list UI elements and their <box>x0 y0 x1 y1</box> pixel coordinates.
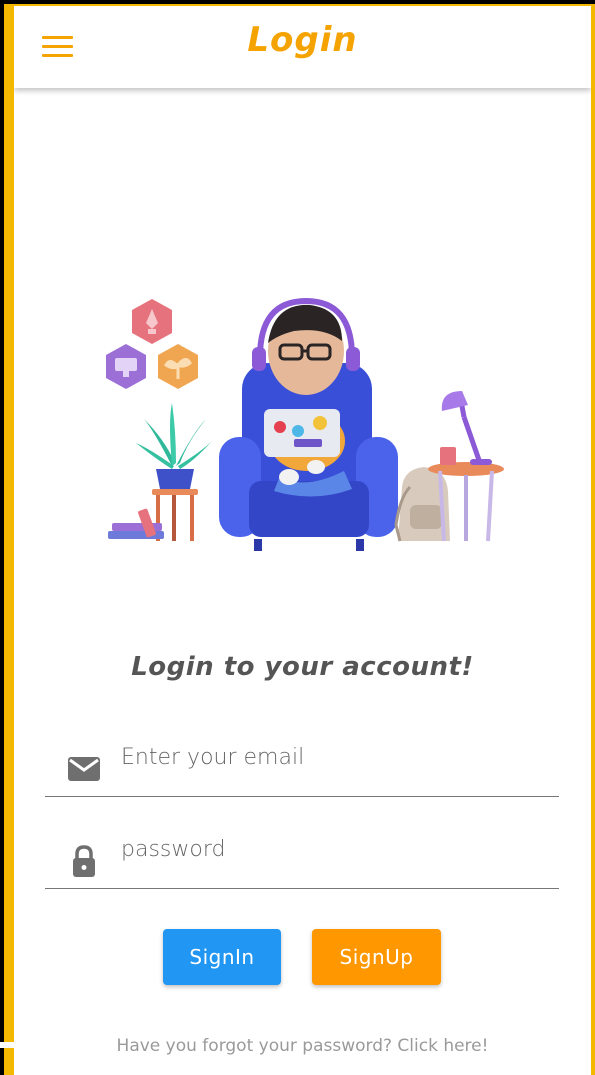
signup-button[interactable]: SignUp <box>312 929 441 985</box>
email-field <box>45 732 559 797</box>
stacked-books <box>108 508 164 539</box>
password-field <box>45 824 559 889</box>
app-header: Login <box>14 6 591 88</box>
lock-icon <box>73 845 95 877</box>
envelope-icon <box>68 757 100 781</box>
forgot-password-link[interactable]: Have you forgot your password? Click her… <box>14 1036 591 1056</box>
login-subtitle: Login to your account! <box>131 652 474 682</box>
signin-button[interactable]: SignIn <box>163 929 281 985</box>
hexagon-rocket-icon <box>132 299 172 344</box>
corner-mark <box>0 1042 14 1048</box>
page-title: Login <box>247 20 358 60</box>
email-input[interactable] <box>121 732 541 782</box>
password-input[interactable] <box>121 824 541 874</box>
hexagon-plant-icon <box>158 344 198 389</box>
hexagon-monitor-icon <box>106 344 146 389</box>
app-screen: Login Login to your account! Enter your … <box>14 6 591 1075</box>
person-on-armchair-illustration <box>106 297 504 551</box>
